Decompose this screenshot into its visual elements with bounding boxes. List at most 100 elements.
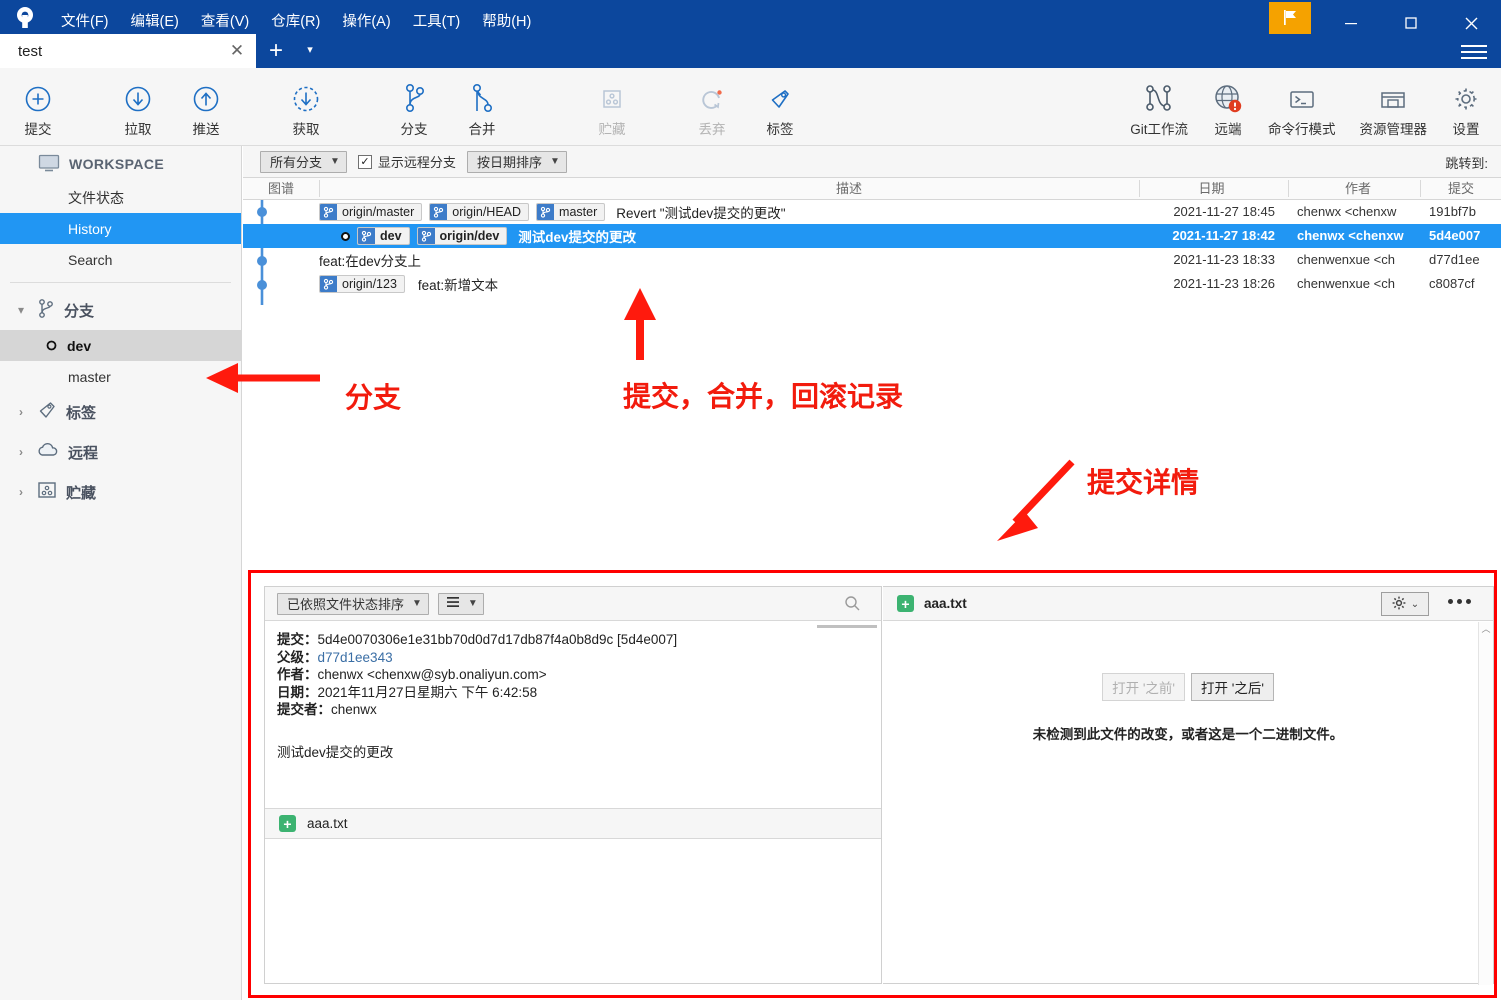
- sidebar-group-stashes[interactable]: › 贮藏: [0, 472, 241, 512]
- flag-button[interactable]: [1269, 2, 1311, 34]
- toolbar-label: 合并: [468, 122, 496, 137]
- toolbar-left-group: 提交 拉取 推送 获取 分支 合并 贮藏 丢弃 标签: [4, 68, 814, 146]
- table-row[interactable]: feat:在dev分支上 2021-11-23 18:33 chenwenxue…: [243, 248, 1501, 272]
- commit-hash: d77d1ee: [1429, 252, 1480, 267]
- sidebar-group-label: 分支: [64, 302, 95, 320]
- menu-file[interactable]: 文件(F): [50, 7, 120, 34]
- menu-tools[interactable]: 工具(T): [402, 7, 472, 34]
- commit-message: feat:在dev分支上: [319, 254, 422, 269]
- sidebar-branch-dev[interactable]: dev: [0, 330, 241, 361]
- branch-button[interactable]: 分支: [380, 70, 448, 144]
- pull-button[interactable]: 拉取: [104, 70, 172, 144]
- chevron-down-icon: ▼: [549, 156, 560, 167]
- ref-chip-dev[interactable]: dev: [357, 227, 410, 245]
- main-toolbar: 提交 拉取 推送 获取 分支 合并 贮藏 丢弃 标签 Git工作流 远端 命令行…: [0, 68, 1501, 146]
- sidebar-group-branches[interactable]: ▾ 分支: [0, 290, 241, 330]
- minimize-button[interactable]: [1321, 0, 1381, 46]
- ref-chip-master[interactable]: master: [536, 203, 606, 221]
- scroll-up-icon[interactable]: ︿: [1479, 622, 1493, 637]
- stash-button[interactable]: 贮藏: [578, 70, 646, 144]
- remote-branch-icon: [417, 228, 435, 244]
- column-header-commit[interactable]: 提交: [1420, 178, 1501, 199]
- sidebar-item-history[interactable]: History: [0, 213, 241, 244]
- commit-message: Revert "测试dev提交的更改": [616, 206, 786, 221]
- sidebar-group-label: 标签: [66, 404, 97, 422]
- chevron-right-icon[interactable]: ›: [14, 445, 28, 459]
- meta-parent-value[interactable]: d77d1ee343: [318, 650, 393, 665]
- diff-settings-button[interactable]: ⌄: [1381, 592, 1429, 616]
- table-row[interactable]: dev origin/dev 测试dev提交的更改 2021-11-27 18:…: [243, 224, 1501, 248]
- push-button[interactable]: 推送: [172, 70, 240, 144]
- chevron-right-icon[interactable]: ›: [14, 485, 28, 499]
- commit-plus-icon: [23, 76, 53, 114]
- scrollbar-thumb[interactable]: [817, 625, 877, 628]
- menu-help[interactable]: 帮助(H): [471, 7, 542, 34]
- show-remote-branches-checkbox[interactable]: ✓ 显示远程分支: [357, 152, 456, 171]
- ref-chip-origin-dev[interactable]: origin/dev: [416, 227, 508, 245]
- hamburger-icon[interactable]: [1461, 42, 1487, 62]
- commit-author: chenwx <chenxw: [1297, 228, 1404, 243]
- ref-chip-origin-head[interactable]: origin/HEAD: [429, 203, 530, 221]
- file-sort-dropdown[interactable]: 已依照文件状态排序 ▼: [277, 592, 429, 615]
- title-bar: 文件(F) 编辑(E) 查看(V) 仓库(R) 操作(A) 工具(T) 帮助(H…: [0, 0, 1501, 68]
- sort-order-dropdown[interactable]: 按日期排序 ▼: [466, 150, 567, 173]
- list-view-dropdown[interactable]: ▼: [437, 592, 484, 615]
- column-header-graph[interactable]: 图谱: [243, 178, 319, 199]
- toolbar-label: 设置: [1452, 122, 1480, 137]
- branch-filter-dropdown[interactable]: 所有分支 ▼: [260, 150, 347, 173]
- chevron-down-icon[interactable]: ▾: [14, 303, 28, 317]
- merge-button[interactable]: 合并: [448, 70, 516, 144]
- fetch-button[interactable]: 获取: [272, 70, 340, 144]
- close-button[interactable]: [1441, 0, 1501, 46]
- maximize-button[interactable]: [1381, 0, 1441, 46]
- tag-button[interactable]: 标签: [746, 70, 814, 144]
- table-row[interactable]: origin/master origin/HEAD master Revert …: [243, 200, 1501, 224]
- remote-branch-icon: [430, 204, 448, 220]
- explorer-button[interactable]: 资源管理器: [1348, 70, 1440, 144]
- menu-actions[interactable]: 操作(A): [331, 7, 401, 34]
- sidebar-item-file-status[interactable]: 文件状态: [0, 182, 241, 213]
- list-view-icon: [446, 596, 460, 611]
- terminal-button[interactable]: 命令行模式: [1256, 70, 1348, 144]
- open-before-button[interactable]: 打开 '之前': [1102, 673, 1185, 701]
- commit-message-body: 测试dev提交的更改: [277, 744, 394, 760]
- ellipsis-icon[interactable]: [1448, 599, 1471, 604]
- commit-author: chenwenxue <ch: [1297, 252, 1395, 267]
- add-tab-button[interactable]: +: [256, 34, 296, 68]
- monitor-icon: [38, 154, 60, 175]
- column-header-author[interactable]: 作者: [1288, 178, 1428, 199]
- settings-button[interactable]: 设置: [1439, 70, 1493, 144]
- menu-edit[interactable]: 编辑(E): [120, 7, 190, 34]
- sidebar-branch-master[interactable]: master: [0, 361, 241, 392]
- chevron-right-icon[interactable]: ›: [14, 405, 28, 419]
- flag-icon: [1280, 7, 1300, 30]
- commit-hash: 191bf7b: [1429, 204, 1476, 219]
- chevron-down-icon[interactable]: ▾: [296, 32, 324, 68]
- remote-button[interactable]: 远端: [1200, 70, 1256, 144]
- discard-button[interactable]: 丢弃: [678, 70, 746, 144]
- sidebar-item-search[interactable]: Search: [0, 244, 241, 275]
- list-item[interactable]: + aaa.txt: [265, 808, 881, 838]
- column-header-date[interactable]: 日期: [1139, 178, 1284, 199]
- diff-scrollbar[interactable]: ︿: [1478, 622, 1493, 985]
- tag-icon: [765, 76, 795, 114]
- table-row[interactable]: origin/123 feat:新增文本 2021-11-23 18:26 ch…: [243, 272, 1501, 296]
- open-after-button[interactable]: 打开 '之后': [1191, 673, 1274, 701]
- menu-repository[interactable]: 仓库(R): [260, 7, 331, 34]
- menu-bar: 文件(F) 编辑(E) 查看(V) 仓库(R) 操作(A) 工具(T) 帮助(H…: [50, 7, 542, 34]
- search-icon[interactable]: [844, 595, 861, 615]
- chevron-down-icon: ▼: [467, 598, 478, 609]
- commit-button[interactable]: 提交: [4, 70, 72, 144]
- tab-test[interactable]: test ✕: [0, 34, 256, 68]
- commit-list[interactable]: origin/master origin/HEAD master Revert …: [243, 200, 1501, 570]
- commit-message: 测试dev提交的更改: [518, 230, 637, 245]
- ref-chip-origin-123[interactable]: origin/123: [319, 275, 405, 293]
- menu-view[interactable]: 查看(V): [190, 7, 260, 34]
- file-name-label: aaa.txt: [307, 816, 348, 831]
- close-icon[interactable]: ✕: [226, 41, 248, 61]
- ref-chip-origin-master[interactable]: origin/master: [319, 203, 423, 221]
- sidebar-group-tags[interactable]: › 标签: [0, 392, 241, 432]
- sidebar-group-remotes[interactable]: › 远程: [0, 432, 241, 472]
- gitflow-button[interactable]: Git工作流: [1118, 70, 1200, 144]
- commit-hash: 5d4e007: [1429, 228, 1481, 243]
